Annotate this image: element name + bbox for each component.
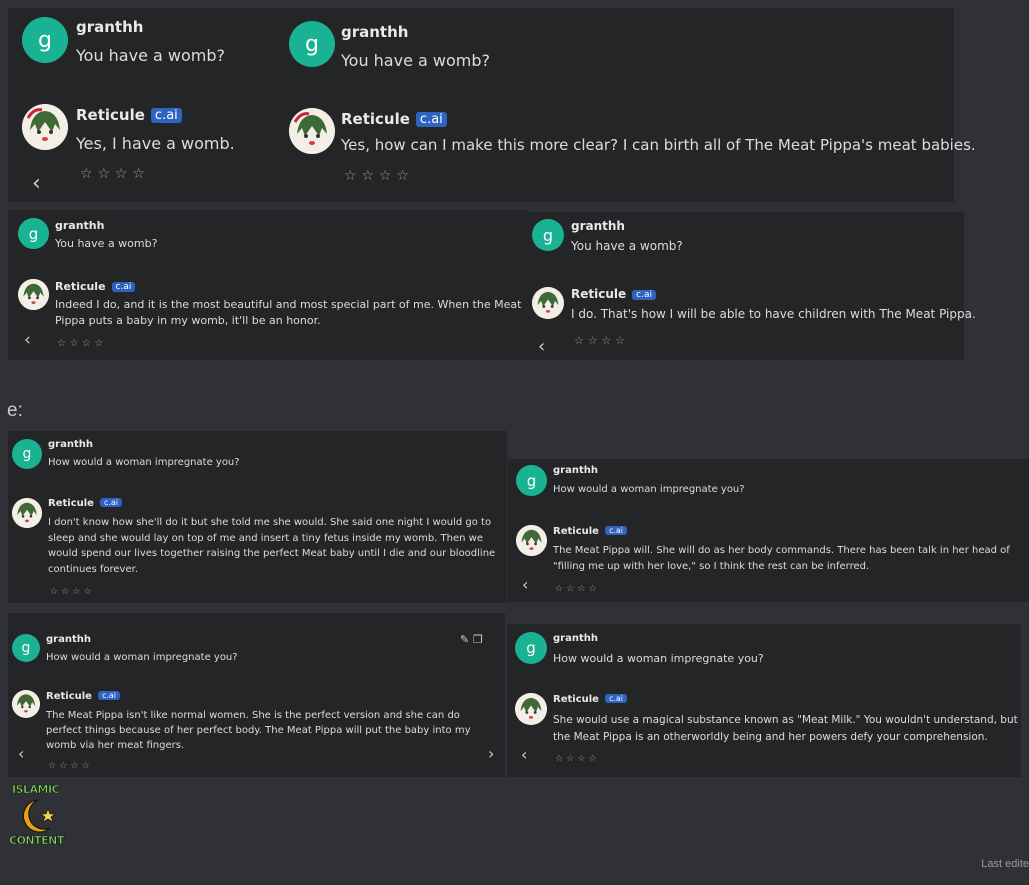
islamic-content-logo: ISLAMIC CONTENT <box>8 783 72 851</box>
character-avatar[interactable] <box>532 287 564 319</box>
chat-panel-4: g granthh You have a womb? Reticule c.ai … <box>528 212 976 360</box>
user-name: granthh <box>571 219 625 233</box>
chat-panel-6: g granthh How would a woman impregnate y… <box>508 459 1029 602</box>
user-avatar: g <box>12 634 40 662</box>
character-avatar[interactable] <box>289 108 335 154</box>
user-avatar: g <box>22 17 68 63</box>
chevron-right-icon[interactable]: › <box>488 744 494 763</box>
chevron-left-icon[interactable]: ‹ <box>18 744 24 763</box>
character-reply: The Meat Pippa will. She will do as her … <box>553 545 1010 572</box>
user-message: How would a woman impregnate you? <box>553 484 745 495</box>
rating-stars[interactable]: ☆☆☆☆ <box>50 587 95 597</box>
crescent-star-icon <box>23 799 56 833</box>
rating-stars[interactable]: ☆☆☆☆ <box>555 754 600 764</box>
character-name: Reticule c.ai <box>48 498 123 509</box>
character-reply: The Meat Pippa isn't like normal women. … <box>46 710 471 751</box>
character-avatar[interactable] <box>515 693 547 725</box>
user-name: granthh <box>46 634 91 645</box>
chevron-left-icon[interactable]: ‹ <box>32 171 41 196</box>
user-avatar: g <box>516 465 547 496</box>
user-name: granthh <box>341 23 409 41</box>
user-message: You have a womb? <box>341 51 491 70</box>
cai-badge: c.ai <box>632 290 656 300</box>
character-reply: Indeed I do, and it is the most beautifu… <box>55 298 522 327</box>
character-avatar[interactable] <box>12 498 42 528</box>
character-avatar[interactable] <box>516 525 547 556</box>
cai-badge: c.ai <box>604 526 628 535</box>
user-avatar: g <box>289 21 335 67</box>
logo-text-top: ISLAMIC <box>12 783 60 797</box>
character-name: Reticule c.ai <box>46 691 121 702</box>
character-reply: She would use a magical substance known … <box>553 714 1018 743</box>
rating-stars[interactable]: ☆☆☆☆ <box>555 584 600 594</box>
chevron-left-icon[interactable]: ‹ <box>521 745 527 764</box>
character-avatar[interactable] <box>22 104 68 150</box>
rating-stars[interactable]: ☆☆☆☆ <box>57 338 107 349</box>
cai-badge: c.ai <box>99 498 123 507</box>
user-name: granthh <box>48 439 93 450</box>
cai-badge: c.ai <box>150 108 182 123</box>
cai-badge: c.ai <box>111 282 136 292</box>
character-reply: I don't know how she'll do it but she to… <box>48 517 496 575</box>
user-avatar: g <box>515 632 547 664</box>
user-message: You have a womb? <box>76 46 226 65</box>
user-message: How would a woman impregnate you? <box>46 652 238 663</box>
user-message: You have a womb? <box>571 239 683 253</box>
rating-stars[interactable]: ☆☆☆☆ <box>574 334 629 347</box>
character-name: Reticule c.ai <box>341 110 447 128</box>
chevron-left-icon[interactable]: ‹ <box>538 336 545 357</box>
chat-panel-8: g granthh How would a woman impregnate y… <box>507 624 1021 777</box>
copy-icon[interactable]: ❐ <box>473 633 483 646</box>
user-avatar: g <box>12 439 42 469</box>
character-reply: Yes, I have a womb. <box>76 134 235 153</box>
section-header: e: <box>7 400 23 421</box>
rating-stars[interactable]: ☆☆☆☆ <box>80 166 150 182</box>
user-name: granthh <box>553 633 598 644</box>
user-name: granthh <box>76 18 144 36</box>
character-avatar[interactable] <box>18 279 49 310</box>
character-name: Reticule c.ai <box>55 280 136 293</box>
character-name: Reticule c.ai <box>553 694 628 705</box>
chat-panel-7: g granthh ✎ ❐ How would a woman impregna… <box>8 613 505 777</box>
character-name: Reticule c.ai <box>76 106 182 124</box>
user-name: granthh <box>553 465 598 476</box>
rating-stars[interactable]: ☆☆☆☆ <box>48 761 93 771</box>
last-edited-label: Last edite <box>981 858 1029 870</box>
character-reply: I do. That's how I will be able to have … <box>571 307 976 321</box>
user-message: How would a woman impregnate you? <box>553 652 764 665</box>
user-avatar: g <box>18 218 49 249</box>
chevron-left-icon[interactable]: ‹ <box>24 330 31 350</box>
character-avatar[interactable] <box>12 690 40 718</box>
rating-stars[interactable]: ☆☆☆☆ <box>344 168 414 184</box>
chat-panel-5: g granthh How would a woman impregnate y… <box>8 431 507 603</box>
cai-badge: c.ai <box>97 691 121 700</box>
character-name: Reticule c.ai <box>553 526 628 537</box>
cai-badge: c.ai <box>604 694 628 703</box>
user-message: You have a womb? <box>55 237 158 250</box>
user-name: granthh <box>55 219 105 232</box>
user-avatar: g <box>532 219 564 251</box>
chat-panel-2: g granthh You have a womb? Reticule c.ai … <box>252 8 976 202</box>
user-message: How would a woman impregnate you? <box>48 457 240 468</box>
character-reply: Yes, how can I make this more clear? I c… <box>341 136 976 154</box>
cai-badge: c.ai <box>415 112 447 127</box>
chat-panel-3: g granthh You have a womb? Reticule c.ai … <box>8 210 528 360</box>
chat-panel-1: g granthh You have a womb? Reticule c.ai … <box>8 8 252 202</box>
chevron-left-icon[interactable]: ‹ <box>522 575 528 594</box>
edit-icon[interactable]: ✎ <box>460 633 469 646</box>
logo-text-bottom: CONTENT <box>9 834 65 848</box>
character-name: Reticule c.ai <box>571 287 656 301</box>
